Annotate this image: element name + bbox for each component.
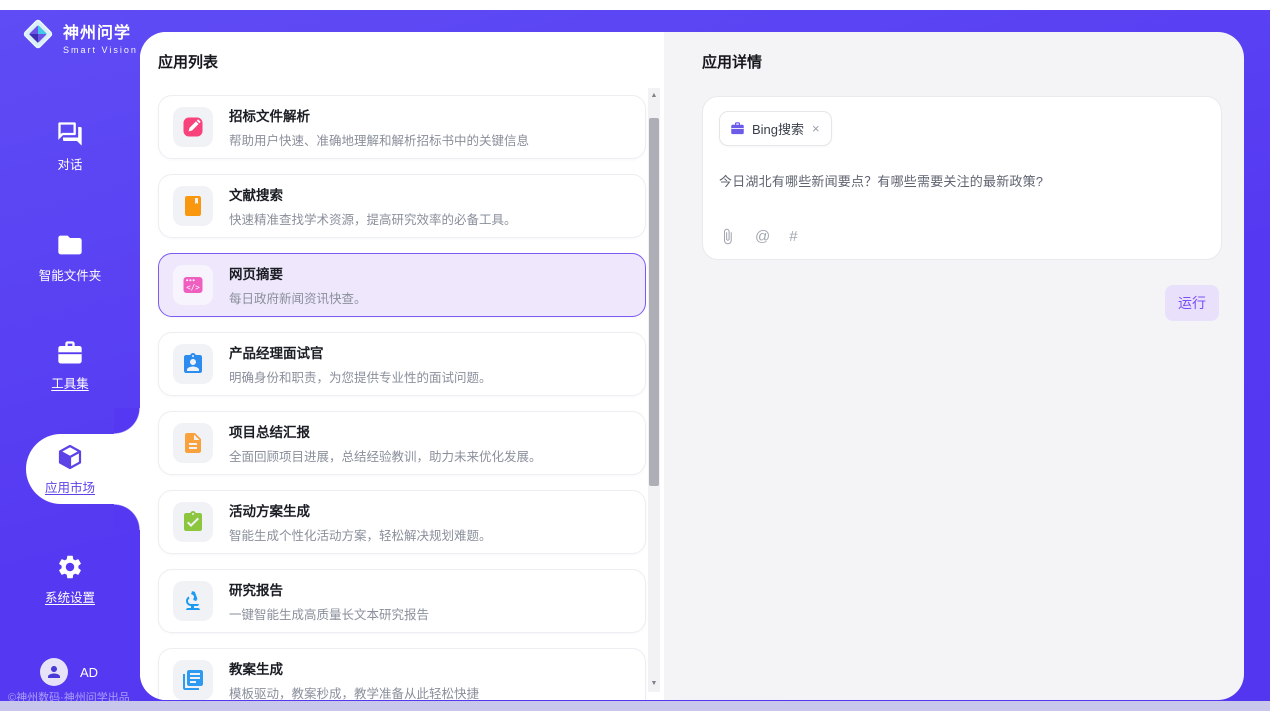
list-item-webpage-summary[interactable]: </> 网页摘要 每日政府新闻资讯快查。 [158,253,646,317]
briefcase-icon [730,121,745,136]
hashtag-icon[interactable]: # [789,228,797,245]
content-panel: 应用列表 招标文件解析 帮助用户快速、准确地理解和解析招标书中的关键信息 [140,32,1244,700]
app-name: 招标文件解析 [229,105,529,125]
app-list-section: 应用列表 招标文件解析 帮助用户快速、准确地理解和解析招标书中的关键信息 [140,32,664,700]
sidebar-item-label: 对话 [57,158,82,172]
run-button[interactable]: 运行 [1165,285,1219,321]
toolbox-icon [56,339,84,367]
active-tab-top-curve [114,408,140,434]
book-icon [181,194,205,218]
user-account[interactable]: AD [40,658,98,686]
scroll-down-arrow-icon[interactable]: ▼ [648,678,660,690]
app-name: 研究报告 [229,579,429,599]
clipboard-check-icon [181,510,205,534]
cube-icon [56,443,84,471]
app-description: 一键智能生成高质量长文本研究报告 [229,604,429,623]
app-name: 教案生成 [229,658,479,678]
list-item-bid-analysis[interactable]: 招标文件解析 帮助用户快速、准确地理解和解析招标书中的关键信息 [158,95,646,159]
folder-icon [56,231,84,259]
report-doc-icon [181,431,205,455]
app-frame: 神州问学 Smart Vision 对话 智能文件夹 工具集 [0,10,1270,701]
books-icon [181,668,205,692]
brand-name: 神州问学 [63,19,138,43]
horizontal-scrollbar[interactable] [0,701,1270,711]
app-description: 明确身份和职责，为您提供专业性的面试问题。 [229,367,492,386]
app-detail-section: 应用详情 Bing搜索 × 今日湖北有哪些新闻要点？有哪些需要关注的最新政策? … [664,32,1244,700]
list-item-event-plan[interactable]: 活动方案生成 智能生成个性化活动方案，轻松解决规划难题。 [158,490,646,554]
tool-tag-bing-search[interactable]: Bing搜索 × [719,111,832,146]
sidebar-item-label: 系统设置 [45,591,95,605]
sidebar-item-chat[interactable]: 对话 [0,120,140,174]
attachment-icon[interactable] [719,228,736,245]
list-item-pm-interviewer[interactable]: 产品经理面试官 明确身份和职责，为您提供专业性的面试问题。 [158,332,646,396]
app-description: 模板驱动，教案秒成，教学准备从此轻松快捷 [229,683,479,700]
list-item-literature-search[interactable]: 文献搜索 快速精准查找学术资源，提高研究效率的必备工具。 [158,174,646,238]
interviewer-icon [181,352,205,376]
user-initials: AD [80,665,98,680]
app-name: 活动方案生成 [229,500,492,520]
brand-logo: 神州问学 Smart Vision [20,16,138,57]
sidebar-item-label: 应用市场 [45,481,95,495]
sidebar-item-app-market[interactable]: 应用市场 [0,443,140,497]
close-icon[interactable]: × [811,122,821,135]
prompt-composer: Bing搜索 × 今日湖北有哪些新闻要点？有哪些需要关注的最新政策? @ # [702,96,1222,260]
app-list: 招标文件解析 帮助用户快速、准确地理解和解析招标书中的关键信息 文献搜索 快速精… [158,95,646,700]
sidebar: 神州问学 Smart Vision 对话 智能文件夹 工具集 [0,10,140,701]
sidebar-item-label: 工具集 [51,377,89,391]
app-description: 快速精准查找学术资源，提高研究效率的必备工具。 [229,209,517,228]
list-item-research-report[interactable]: 研究报告 一键智能生成高质量长文本研究报告 [158,569,646,633]
microscope-icon [181,589,205,613]
app-description: 智能生成个性化活动方案，轻松解决规划难题。 [229,525,492,544]
app-description: 全面回顾项目进展，总结经验教训，助力未来优化发展。 [229,446,542,465]
mention-icon[interactable]: @ [755,228,770,245]
svg-text:</>: </> [186,283,200,292]
tool-tag-label: Bing搜索 [752,119,804,138]
question-input[interactable]: 今日湖北有哪些新闻要点？有哪些需要关注的最新政策? [719,171,1205,190]
app-name: 文献搜索 [229,184,517,204]
edit-icon [181,115,205,139]
gear-icon [56,553,84,581]
list-item-project-summary[interactable]: 项目总结汇报 全面回顾项目进展，总结经验教训，助力未来优化发展。 [158,411,646,475]
list-item-lesson-plan[interactable]: 教案生成 模板驱动，教案秒成，教学准备从此轻松快捷 [158,648,646,700]
webpage-code-icon: </> [181,273,205,297]
active-tab-bottom-curve [114,504,140,530]
scroll-up-arrow-icon[interactable]: ▲ [648,90,660,102]
sidebar-item-label: 智能文件夹 [39,269,102,283]
avatar [40,658,68,686]
composer-toolbar: @ # [719,228,1205,245]
app-name: 产品经理面试官 [229,342,492,362]
app-detail-title: 应用详情 [702,54,762,71]
diamond-logo-icon [20,16,56,57]
app-description: 帮助用户快速、准确地理解和解析招标书中的关键信息 [229,130,529,149]
app-list-scrollbar[interactable]: ▲ ▼ [648,88,660,692]
scrollbar-thumb[interactable] [649,118,659,486]
sidebar-item-settings[interactable]: 系统设置 [0,553,140,607]
app-name: 项目总结汇报 [229,421,542,441]
app-description: 每日政府新闻资讯快查。 [229,288,367,307]
brand-subtitle: Smart Vision [63,45,138,55]
app-list-title: 应用列表 [158,54,218,71]
app-name: 网页摘要 [229,263,367,283]
sidebar-item-toolset[interactable]: 工具集 [0,339,140,393]
chat-icon [56,120,84,148]
sidebar-item-smart-folder[interactable]: 智能文件夹 [0,231,140,285]
